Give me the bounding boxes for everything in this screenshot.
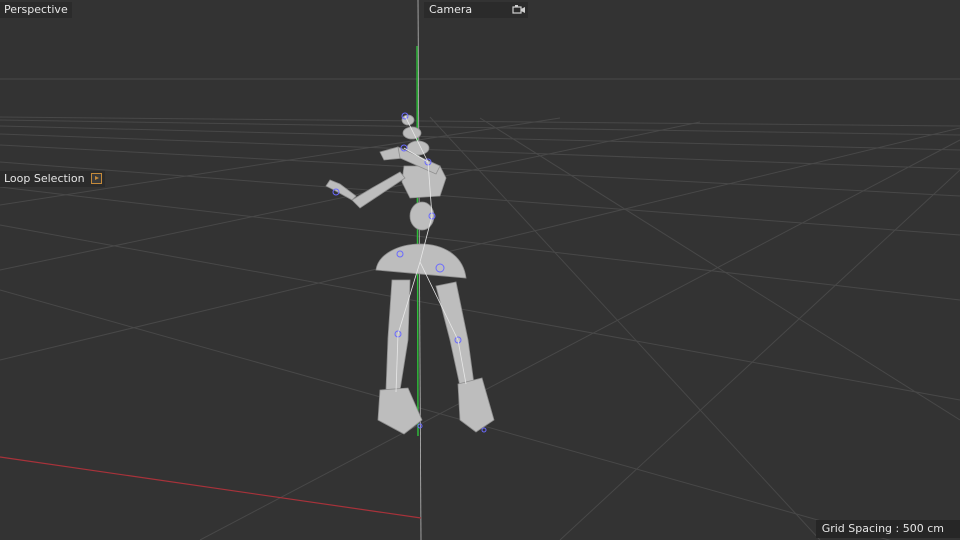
camera-label: Camera <box>429 3 473 16</box>
camera-selector[interactable]: Camera <box>424 2 528 18</box>
y-axis-line <box>416 45 419 437</box>
camera-icon[interactable] <box>512 4 526 16</box>
floor-grid <box>0 78 960 540</box>
x-axis-line <box>0 456 422 519</box>
loop-selection-label[interactable]: Loop Selection <box>0 171 105 187</box>
character-model[interactable] <box>325 114 495 435</box>
view-name-label[interactable]: Perspective <box>0 2 72 18</box>
grid-spacing-readout: Grid Spacing : 500 cm <box>815 520 960 538</box>
scene-canvas[interactable] <box>0 0 960 540</box>
loop-selection-text: Loop Selection <box>4 172 85 185</box>
3d-viewport[interactable]: Perspective Camera Loop Selection Grid S… <box>0 0 960 540</box>
play-icon[interactable] <box>90 173 102 184</box>
